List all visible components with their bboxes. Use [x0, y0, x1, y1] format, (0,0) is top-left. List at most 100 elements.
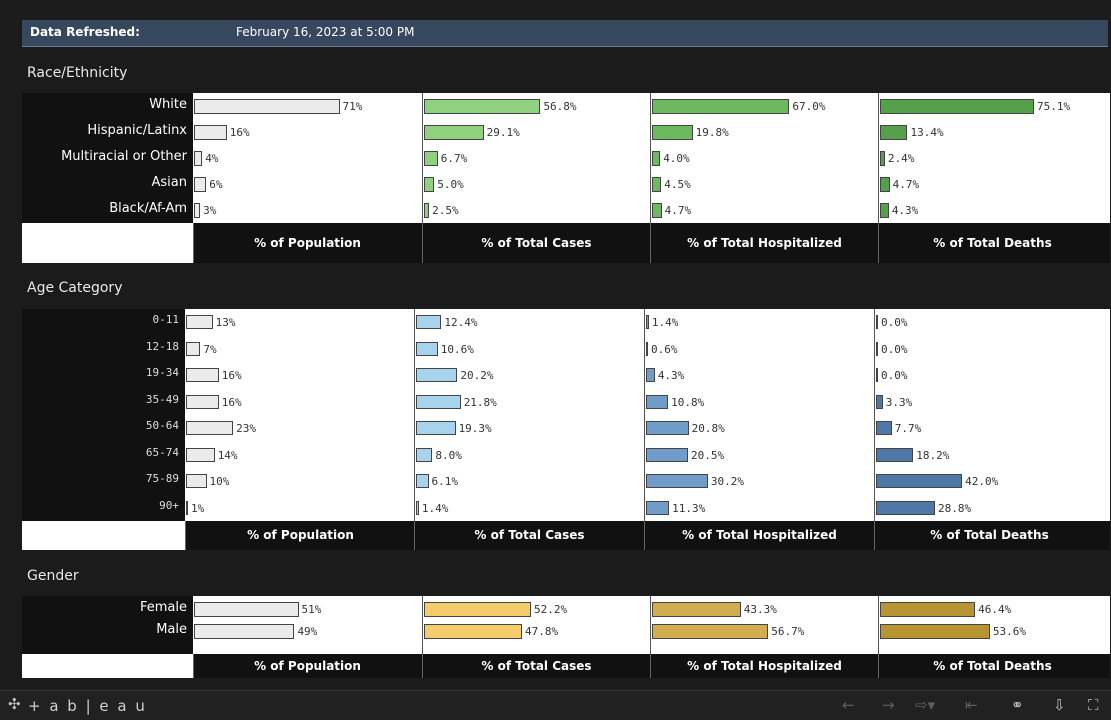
race-bar[interactable]	[194, 203, 201, 218]
age-bar-label: 3.3%	[885, 395, 913, 409]
gender-bar[interactable]	[424, 624, 522, 639]
age-column-header[interactable]: % of Total Cases	[414, 521, 644, 550]
gender-column-header[interactable]: % of Total Hospitalized	[650, 654, 878, 678]
age-bar[interactable]	[876, 368, 878, 382]
gender-bar[interactable]	[194, 624, 295, 639]
redo-icon[interactable]: →	[882, 696, 895, 714]
race-column-header[interactable]: % of Total Hospitalized	[650, 223, 878, 263]
age-bar[interactable]	[416, 394, 461, 409]
age-bar[interactable]	[646, 341, 648, 356]
fullscreen-icon[interactable]: ⛶	[1088, 696, 1099, 714]
share-icon[interactable]: ⚭	[1011, 696, 1024, 714]
age-bar[interactable]	[646, 500, 670, 515]
age-bar[interactable]	[186, 341, 201, 356]
gender-bar[interactable]	[194, 602, 299, 617]
race-column-header[interactable]: % of Total Deaths	[878, 223, 1106, 263]
age-bar[interactable]	[416, 421, 456, 435]
age-bar[interactable]	[876, 421, 892, 435]
data-refreshed-value: February 16, 2023 at 5:00 PM	[236, 25, 415, 39]
race-bar[interactable]	[880, 151, 885, 166]
race-bar[interactable]	[880, 203, 889, 218]
race-bar[interactable]	[652, 151, 661, 166]
age-bar[interactable]	[646, 421, 689, 435]
race-bar[interactable]	[424, 125, 484, 140]
race-bar[interactable]	[880, 125, 908, 140]
race-column-header[interactable]: % of Total Cases	[422, 223, 650, 263]
age-column-header[interactable]: % of Population	[185, 521, 415, 550]
age-bar-label: 0.0%	[881, 342, 908, 356]
gender-column-header[interactable]: % of Population	[193, 654, 421, 678]
gender-bar[interactable]	[880, 602, 976, 617]
age-bar[interactable]	[876, 315, 878, 329]
age-bar[interactable]	[876, 341, 878, 356]
age-bar[interactable]	[186, 368, 219, 382]
reset-icon[interactable]: ⇤	[965, 696, 978, 714]
age-bar-label: 21.8%	[463, 395, 497, 409]
gender-bar[interactable]	[424, 602, 531, 617]
age-bar[interactable]	[186, 447, 215, 462]
race-column-header[interactable]: % of Population	[193, 223, 421, 263]
age-column-header[interactable]: % of Total Deaths	[874, 521, 1104, 550]
tableau-logo-icon[interactable]: ✣	[8, 695, 21, 713]
age-bar[interactable]	[876, 500, 936, 515]
age-bar[interactable]	[646, 447, 689, 462]
gender-bar-label: 47.8%	[524, 625, 559, 638]
race-bar[interactable]	[194, 151, 203, 166]
race-bar[interactable]	[194, 99, 340, 114]
age-bar[interactable]	[186, 315, 213, 329]
gender-row-label: Female	[139, 600, 187, 615]
age-bar[interactable]	[186, 500, 189, 515]
race-bar[interactable]	[424, 151, 438, 166]
race-bar[interactable]	[880, 177, 890, 192]
age-bar[interactable]	[876, 474, 963, 488]
age-bar[interactable]	[186, 421, 234, 435]
age-bar[interactable]	[186, 394, 219, 409]
race-bar[interactable]	[424, 99, 541, 114]
age-row-label: 65-74	[145, 445, 179, 459]
age-bar[interactable]	[646, 394, 669, 409]
race-bar[interactable]	[652, 203, 662, 218]
age-bar[interactable]	[646, 368, 655, 382]
age-row-label: 0-11	[152, 313, 180, 326]
age-row-label: 75-89	[145, 472, 179, 485]
age-bar[interactable]	[646, 474, 708, 488]
age-bar[interactable]	[416, 447, 433, 462]
race-bar-label: 4.5%	[664, 178, 691, 191]
revert-icon[interactable]: ⇨▾	[915, 696, 935, 714]
race-bar[interactable]	[194, 125, 227, 140]
age-bar[interactable]	[416, 474, 429, 488]
race-column: 56.8% 29.1% 6.7% 5.0% 2.5%	[422, 93, 651, 223]
age-column-header[interactable]: % of Total Hospitalized	[644, 521, 874, 550]
download-icon[interactable]: ⇩	[1053, 696, 1066, 714]
age-bar-label: 10.6%	[440, 342, 474, 356]
gender-row-label: Male	[156, 622, 187, 637]
age-bar-label: 20.2%	[460, 369, 494, 382]
race-bar[interactable]	[424, 177, 435, 192]
tableau-brand[interactable]: + a b | e a u	[28, 697, 147, 715]
gender-bar[interactable]	[652, 624, 769, 639]
race-bar[interactable]	[652, 125, 693, 140]
age-bar[interactable]	[876, 447, 914, 462]
race-bar[interactable]	[652, 99, 790, 114]
gender-bar[interactable]	[652, 602, 741, 617]
undo-icon[interactable]: ←	[842, 696, 855, 714]
age-bar[interactable]	[416, 500, 419, 515]
race-bar[interactable]	[424, 203, 430, 218]
age-bar[interactable]	[186, 474, 207, 488]
age-bar[interactable]	[876, 394, 883, 409]
age-bar[interactable]	[646, 315, 649, 329]
gender-bar[interactable]	[880, 624, 990, 639]
race-bar[interactable]	[194, 177, 207, 192]
gender-bar-label: 43.3%	[743, 603, 777, 616]
gender-column-header[interactable]: % of Total Cases	[422, 654, 650, 678]
age-bar[interactable]	[416, 368, 458, 382]
race-bar[interactable]	[652, 177, 662, 192]
age-bar-label: 13%	[215, 316, 236, 329]
age-bar-label: 1%	[191, 501, 205, 515]
race-bar[interactable]	[880, 99, 1034, 114]
gender-column-header[interactable]: % of Total Deaths	[878, 654, 1106, 678]
age-bar[interactable]	[416, 315, 442, 329]
age-bar[interactable]	[416, 341, 438, 356]
race-bar-label: 75.1%	[1036, 100, 1071, 113]
race-column: 71% 16% 4% 6% 3%	[193, 93, 421, 223]
